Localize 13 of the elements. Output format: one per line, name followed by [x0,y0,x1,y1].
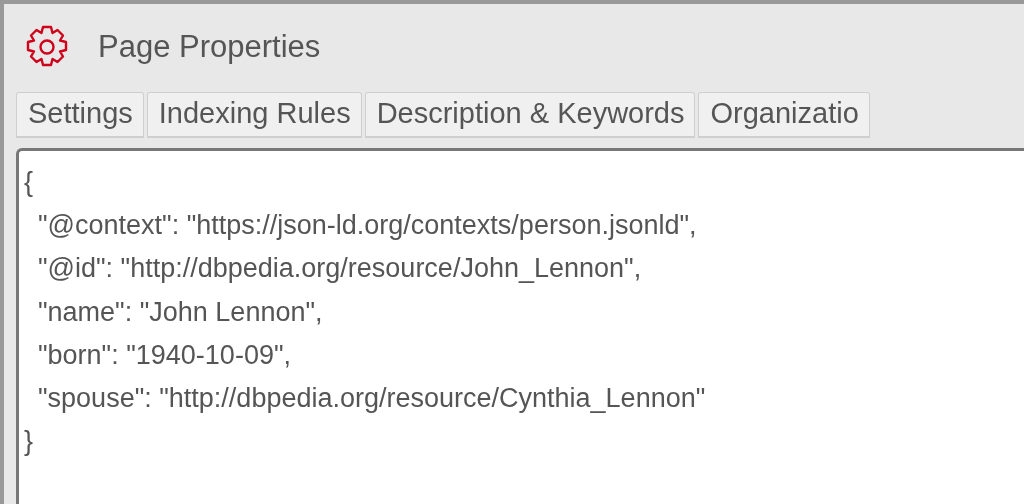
code-line: "@context": "https://json-ld.org/contexts/person.jsonld", [38,209,697,243]
json-editor-field[interactable] [16,148,1024,504]
code-line: "name": "John Lennon", [38,295,323,329]
tab[interactable]: Description & Keywords [364,92,696,138]
window-title: Page Properties [98,29,321,65]
code-line: "@id": "http://dbpedia.org/resource/John_Lennon", [38,252,642,286]
tab[interactable]: Indexing Rules [146,92,362,138]
code-line: "spouse": "http://dbpedia.org/resource/Cynthia_Lennon" [38,382,706,415]
code-line: "born": "1940-10-09", [38,338,291,372]
code-line: } [24,425,34,459]
code-line: { [24,166,34,199]
tab[interactable]: Organizatio [698,92,870,138]
tab[interactable]: Settings [16,92,144,138]
